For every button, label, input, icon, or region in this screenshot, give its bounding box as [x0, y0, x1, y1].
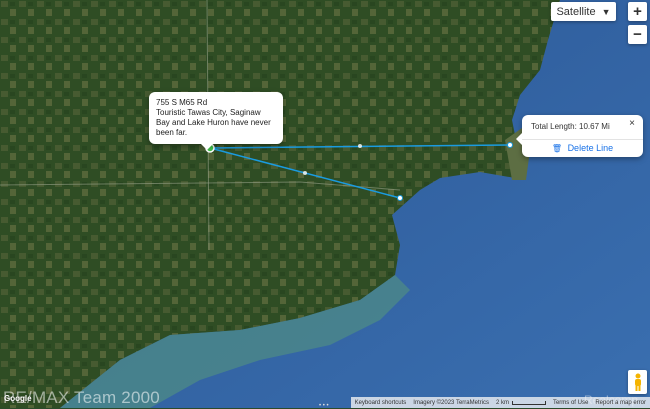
popup-address: 755 S M65 Rd — [156, 98, 208, 107]
street-view-pegman-icon[interactable] — [628, 370, 647, 394]
chevron-down-icon: ▼ — [601, 6, 611, 17]
scale-label: 2 km — [495, 399, 509, 406]
measure-popup: Total Length: 10.67 Mi × 🗑 Delete Line — [516, 115, 643, 157]
scale-bar-line — [511, 400, 546, 405]
measure-midpoint[interactable] — [303, 171, 307, 175]
delete-line-label: Delete Line — [567, 143, 614, 153]
property-info-popup: 755 S M65 Rd Touristic Tawas City, Sagin… — [149, 92, 283, 150]
zoom-in-button[interactable]: + — [628, 2, 647, 21]
map-attribution-bar: Keyboard shortcuts Imagery ©2023 TerraMe… — [350, 397, 650, 408]
terms-link[interactable]: Terms of Use — [553, 400, 588, 406]
satellite-map[interactable] — [0, 0, 650, 408]
report-error-link[interactable]: Report a map error — [595, 400, 646, 406]
scale-bar[interactable]: 2 km — [496, 400, 546, 406]
drag-handle-icon[interactable]: • • • — [319, 403, 329, 409]
popup-description: Touristic Tawas City, Saginaw Bay and La… — [156, 108, 271, 137]
delete-line-button[interactable]: 🗑 Delete Line — [522, 143, 643, 153]
imagery-credit: Imagery ©2023 TerraMetrics — [413, 399, 489, 406]
keyboard-shortcuts-link[interactable]: Keyboard shortcuts — [355, 400, 407, 406]
total-length-text: Total Length: 10.67 Mi — [531, 122, 610, 131]
map-type-dropdown[interactable]: Satellite ▼ — [551, 2, 616, 21]
measure-vertex[interactable] — [397, 195, 403, 201]
close-icon[interactable]: × — [629, 118, 635, 129]
measure-midpoint[interactable] — [358, 144, 362, 148]
map-type-label: Satellite — [556, 5, 596, 18]
google-logo: Google — [4, 394, 32, 403]
trash-icon: 🗑 — [551, 144, 563, 153]
popup-divider — [522, 139, 643, 140]
zoom-out-button[interactable]: − — [628, 25, 647, 44]
